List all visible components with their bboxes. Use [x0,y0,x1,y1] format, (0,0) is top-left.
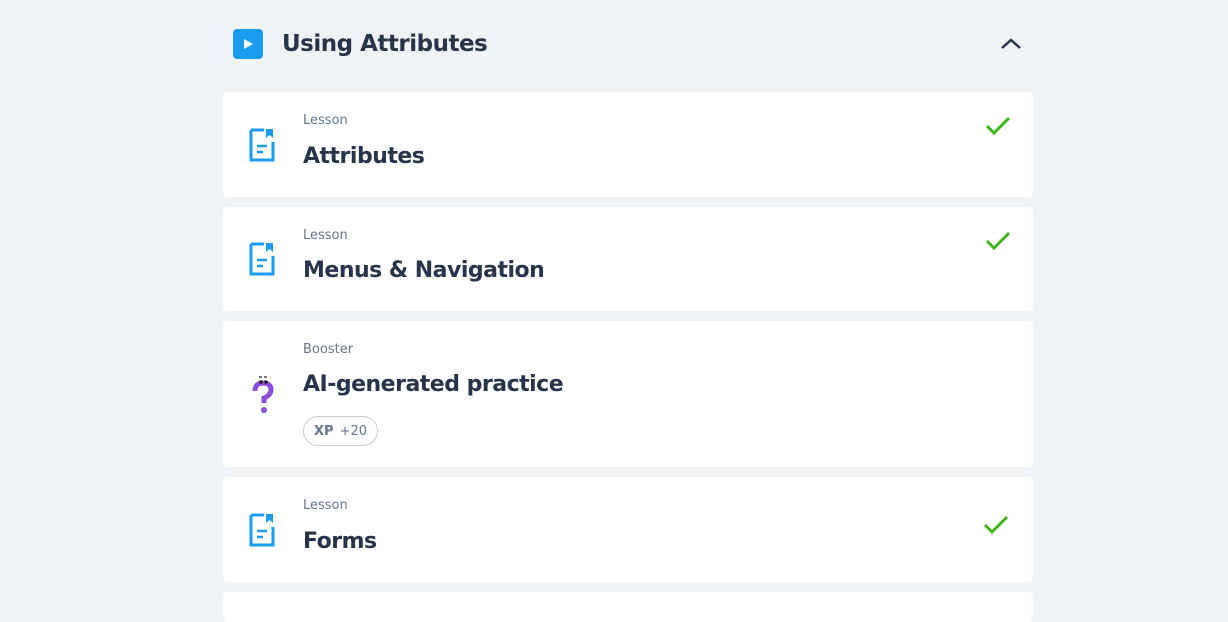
section-header[interactable]: Using Attributes [223,20,1033,68]
list-item[interactable] [223,592,1033,622]
item-type: Lesson [303,228,348,243]
item-type: Lesson [303,498,348,513]
section-title: Using Attributes [282,31,488,57]
check-icon [985,116,1011,136]
list-item[interactable]: Booster AI-generated practice XP +20 [223,321,1033,467]
list-item[interactable]: Lesson Forms [223,477,1033,582]
item-title: Menus & Navigation [303,258,545,283]
check-icon [983,515,1009,535]
item-title: AI-generated practice [303,372,564,397]
item-type: Booster [303,342,354,357]
list-item[interactable]: Lesson Menus & Navigation [223,207,1033,311]
xp-badge: XP +20 [303,416,378,446]
lesson-document-icon [249,128,275,162]
item-type: Lesson [303,113,348,128]
xp-value: +20 [339,423,367,439]
booster-question-icon [252,376,274,413]
xp-label: XP [314,423,334,439]
item-title: Forms [303,529,377,554]
item-title: Attributes [303,144,425,169]
chevron-up-icon[interactable] [999,32,1023,56]
play-icon [233,29,263,59]
check-icon [985,231,1011,251]
list-item[interactable]: Lesson Attributes [223,92,1033,197]
lesson-document-icon [249,242,275,276]
lesson-document-icon [249,513,275,547]
